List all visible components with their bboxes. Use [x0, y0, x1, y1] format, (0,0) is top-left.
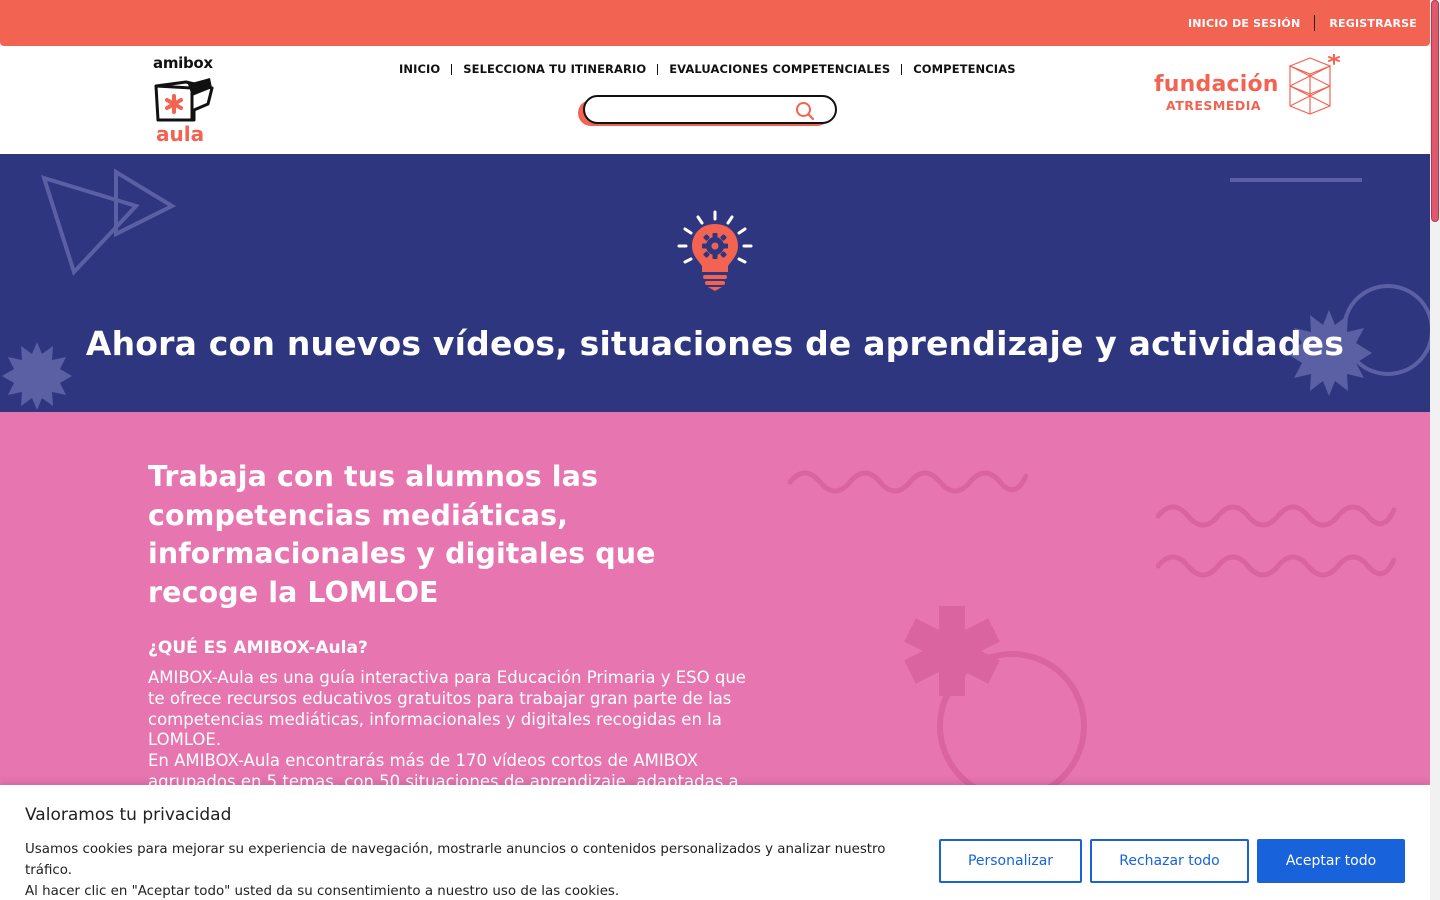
intro-body: AMIBOX-Aula es una guía interactiva para…	[148, 668, 748, 793]
search-box	[583, 95, 837, 124]
partner-logo-line1: fundación	[1154, 72, 1279, 97]
play-triangles-decoration	[40, 168, 177, 276]
search-bar	[578, 95, 838, 127]
account-links: INICIO DE SESIÓN REGISTRARSE	[1188, 15, 1417, 31]
hero-title: Ahora con nuevos vídeos, situaciones de …	[85, 324, 1345, 363]
logo-text-bottom: aula	[156, 122, 205, 146]
box-asterisk-icon	[154, 78, 214, 122]
logo-text-top: amibox	[153, 54, 213, 72]
intro-heading: Trabaja con tus alumnos las competencias…	[148, 460, 656, 609]
site-header: amibox aula INICIO SELECCIONA TU ITINERA…	[0, 46, 1430, 154]
page-scrollbar[interactable]	[1430, 0, 1440, 900]
line-decoration	[1230, 178, 1362, 182]
top-utility-bar: INICIO DE SESIÓN REGISTRARSE	[0, 0, 1430, 46]
nav-item-itinerario[interactable]: SELECCIONA TU ITINERARIO	[463, 62, 646, 76]
nav-item-evaluaciones[interactable]: EVALUACIONES COMPETENCIALES	[669, 62, 890, 76]
nav-divider	[451, 63, 453, 75]
nav-item-competencias[interactable]: COMPETENCIAS	[913, 62, 1015, 76]
intro-paragraph-1: AMIBOX-Aula es una guía interactiva para…	[148, 668, 746, 750]
nav-divider	[657, 63, 659, 75]
partner-logo-line2: ATRESMEDIA	[1166, 98, 1262, 113]
hero-banner: Ahora con nuevos vídeos, situaciones de …	[0, 154, 1430, 412]
cookie-text-line2: Al hacer clic en "Aceptar todo" usted da…	[25, 884, 620, 899]
divider	[1314, 15, 1316, 31]
reject-all-button[interactable]: Rechazar todo	[1090, 839, 1249, 883]
scrollbar-thumb[interactable]	[1431, 0, 1439, 222]
nav-divider	[901, 63, 903, 75]
customize-button[interactable]: Personalizar	[939, 839, 1082, 883]
nav-item-inicio[interactable]: INICIO	[399, 62, 440, 76]
wave-decoration-right	[1156, 504, 1396, 578]
amibox-aula-logo[interactable]: amibox aula	[150, 54, 218, 146]
wave-decoration	[788, 470, 1028, 494]
cookie-title: Valoramos tu privacidad	[25, 805, 232, 825]
atresmedia-emblem-icon	[1288, 54, 1340, 115]
cookie-banner: Valoramos tu privacidad Usamos cookies p…	[0, 785, 1430, 900]
accept-all-button[interactable]: Aceptar todo	[1257, 839, 1405, 883]
register-link[interactable]: REGISTRARSE	[1329, 17, 1417, 30]
cookie-text-line1: Usamos cookies para mejorar su experienc…	[25, 842, 886, 878]
asterisk-ring-decoration	[904, 606, 1087, 801]
fundacion-atresmedia-logo[interactable]: fundación ATRESMEDIA	[1152, 54, 1342, 124]
lightbulb-gear-icon	[677, 210, 753, 291]
cookie-text: Usamos cookies para mejorar su experienc…	[25, 839, 925, 900]
search-input[interactable]	[597, 97, 797, 122]
login-link[interactable]: INICIO DE SESIÓN	[1188, 17, 1300, 30]
intro-subheading: ¿QUÉ ES AMIBOX-Aula?	[148, 638, 368, 658]
search-icon[interactable]	[795, 101, 815, 121]
main-nav: INICIO SELECCIONA TU ITINERARIO EVALUACI…	[399, 62, 1016, 76]
